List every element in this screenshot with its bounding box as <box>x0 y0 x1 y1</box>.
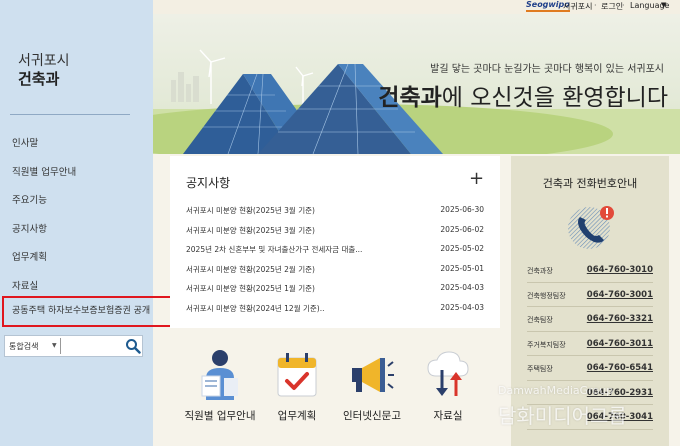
notice-item-date: 2025-05-02 <box>440 244 484 254</box>
city-home-link[interactable]: 서귀포시 <box>563 1 592 12</box>
staff-guide-icon <box>201 350 238 400</box>
sidebar-divider <box>10 114 130 115</box>
sidebar-item-notices[interactable]: 공지사항 <box>0 216 153 245</box>
sidebar-item-main-functions[interactable]: 주요기능 <box>0 187 153 216</box>
list-item: 건축행정팀장 064-760-3001 <box>527 283 653 307</box>
quicklink-label[interactable]: 자료실 <box>408 408 488 423</box>
dept-city-label: 서귀포시 <box>18 53 70 69</box>
notice-board: 공지사항 + 서귀포시 미분양 현황(2025년 3월 기준) 2025-06-3… <box>170 156 500 328</box>
list-item: 주거복지팀장 064-760-3011 <box>527 332 653 356</box>
calendar-check-icon <box>277 353 317 397</box>
hero-subtitle: 발길 닿는 곳마다 눈길가는 곳마다 행복이 있는 서귀포시 <box>430 64 664 75</box>
notice-item-date: 2025-06-30 <box>440 205 484 214</box>
quicklink-label[interactable]: 직원별 업무안내 <box>180 408 260 423</box>
sidebar-item-staff-duties[interactable]: 직원별 업무안내 <box>0 159 153 188</box>
notice-item-date: 2025-04-03 <box>440 302 484 312</box>
quicklink-work-plan[interactable]: 업무계획 <box>257 350 337 442</box>
top-bar: Seogwipo 서귀포시 · 로그인 · Language ▼ <box>153 0 680 14</box>
list-item[interactable]: 서귀포시 미분양 현황(2025년 3월 기준) 2025-06-30 <box>186 202 486 222</box>
search-scope-select[interactable]: 통합검색 <box>9 341 38 352</box>
notice-item-title[interactable]: 서귀포시 미분양 현황(2025년 3월 기준) <box>186 225 315 236</box>
notice-item-date: 2025-05-01 <box>440 263 484 273</box>
hero-title-dept: 건축과 <box>378 85 442 111</box>
sidebar-item-work-plan[interactable]: 업무계획 <box>0 244 153 273</box>
quicklink-label[interactable]: 인터넷신문고 <box>332 408 412 423</box>
list-item[interactable]: 서귀포시 미분양 현황(2025년 3월 기준) 2025-06-02 <box>186 222 486 242</box>
phone-icon <box>568 206 614 249</box>
list-item: 주택팀장 064-760-6541 <box>527 356 653 381</box>
quicklink-staff-duties[interactable]: 직원별 업무안내 <box>180 350 260 442</box>
phone-number-link[interactable]: 064-760-3011 <box>587 339 653 349</box>
watermark-english: DamwahMediaGroup <box>498 384 614 397</box>
sidebar-item-greeting[interactable]: 인사말 <box>0 130 153 159</box>
notice-item-title[interactable]: 2025년 2차 신혼부부 및 자녀출산가구 전세자금 대출... <box>186 244 362 255</box>
notice-item-date: 2025-04-03 <box>440 283 484 293</box>
phone-number-link[interactable]: 064-760-3010 <box>587 265 653 275</box>
hero-banner: 발길 닿는 곳마다 눈길가는 곳마다 행복이 있는 서귀포시 건축과에 오신것을… <box>153 14 680 154</box>
sidebar: 서귀포시 건축과 인사말 직원별 업무안내 주요기능 공지사항 업무계획 자료실… <box>0 0 153 446</box>
notice-list: 서귀포시 미분양 현황(2025년 3월 기준) 2025-06-30 서귀포시 … <box>186 202 486 320</box>
login-link[interactable]: 로그인 <box>601 1 623 12</box>
notice-item-title[interactable]: 서귀포시 미분양 현황(2025년 2월 기준) <box>186 264 315 275</box>
phone-number-link[interactable]: 064-760-3001 <box>587 290 653 300</box>
watermark-korean: 담화미디어그룹 <box>498 404 627 428</box>
search-icon[interactable] <box>125 338 141 354</box>
chevron-down-icon[interactable]: ▼ <box>661 1 666 9</box>
topbar-separator: · <box>594 1 597 10</box>
chevron-down-icon[interactable]: ▼ <box>52 342 57 349</box>
notice-item-date: 2025-06-02 <box>440 224 484 234</box>
phone-role: 주택팀장 <box>527 365 553 373</box>
list-item[interactable]: 서귀포시 미분양 현황(2025년 1월 기준) 2025-04-03 <box>186 280 486 300</box>
notice-item-title[interactable]: 서귀포시 미분양 현황(2024년 12월 기준).. <box>186 303 325 314</box>
dept-name-title: 건축과 <box>18 70 60 88</box>
phone-number-link[interactable]: 064-760-6541 <box>587 363 653 373</box>
list-item: 건축과장 064-760-3010 <box>527 258 653 283</box>
integrated-search: 통합검색 ▼ <box>4 335 143 357</box>
notice-item-title[interactable]: 서귀포시 미분양 현황(2025년 1월 기준) <box>186 283 315 294</box>
phone-role: 주거복지팀장 <box>527 340 566 349</box>
notice-item-title[interactable]: 서귀포시 미분양 현황(2025년 3월 기준) <box>186 205 315 216</box>
list-item[interactable]: 서귀포시 미분양 현황(2025년 2월 기준) 2025-05-01 <box>186 261 486 281</box>
sidebar-menu: 인사말 직원별 업무안내 주요기능 공지사항 업무계획 자료실 <box>0 130 153 301</box>
sidebar-item-warranty-disclosure[interactable]: 공동주택 하자보수보증보험증권 공개 <box>12 303 150 316</box>
phone-role: 건축과장 <box>527 267 553 275</box>
list-item: 건축팀장 064-760-3321 <box>527 307 653 332</box>
phone-directory-title: 건축과 전화번호안내 <box>542 177 638 190</box>
megaphone-icon <box>352 358 394 392</box>
quicklink-label[interactable]: 업무계획 <box>257 408 337 423</box>
topbar-separator: · <box>622 1 625 10</box>
phone-role: 건축팀장 <box>527 316 553 324</box>
phone-number-link[interactable]: 064-760-3321 <box>587 314 653 324</box>
list-item[interactable]: 서귀포시 미분양 현황(2024년 12월 기준).. 2025-04-03 <box>186 300 486 320</box>
phone-role: 건축행정팀장 <box>527 291 566 300</box>
hero-title: 건축과에 오신것을 환영합니다 <box>378 78 668 112</box>
cloud-transfer-icon <box>427 351 469 396</box>
hero-title-welcome: 에 오신것을 환영합니다 <box>441 85 668 111</box>
quicklink-archive[interactable]: 자료실 <box>408 350 488 442</box>
quicklink-internet-petition[interactable]: 인터넷신문고 <box>332 350 412 442</box>
list-item[interactable]: 2025년 2차 신혼부부 및 자녀출산가구 전세자금 대출... 2025-05… <box>186 241 486 261</box>
search-input[interactable] <box>60 338 120 354</box>
notice-title: 공지사항 <box>186 176 231 190</box>
notice-more-button[interactable]: + <box>469 170 484 188</box>
